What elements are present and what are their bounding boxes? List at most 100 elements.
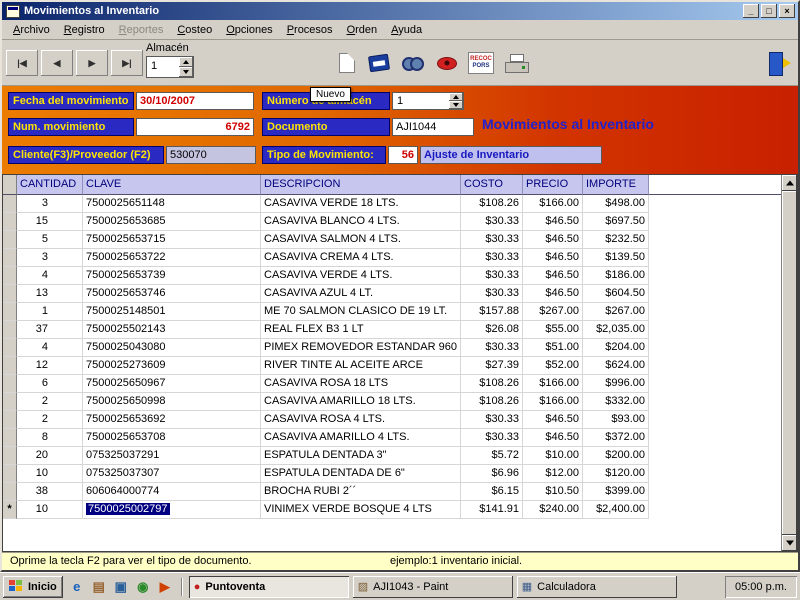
row-selector[interactable] bbox=[3, 483, 17, 501]
cell-precio[interactable]: $166.00 bbox=[523, 195, 583, 213]
almacen-spinner[interactable]: 1 bbox=[146, 56, 194, 78]
cell-costo[interactable]: $6.96 bbox=[461, 465, 523, 483]
table-row[interactable]: 47500025653739CASAVIVA VERDE 4 LTS.$30.3… bbox=[3, 267, 781, 285]
row-selector[interactable] bbox=[3, 231, 17, 249]
cell-cantidad[interactable]: 1 bbox=[17, 303, 83, 321]
menu-item-archivo[interactable]: Archivo bbox=[6, 22, 57, 38]
cell-descripcion[interactable]: CASAVIVA SALMON 4 LTS. bbox=[261, 231, 461, 249]
cell-clave[interactable]: 7500025653746 bbox=[83, 285, 261, 303]
column-header-cantidad[interactable]: CANTIDAD bbox=[17, 175, 83, 195]
row-selector[interactable] bbox=[3, 285, 17, 303]
cell-costo[interactable]: $30.33 bbox=[461, 231, 523, 249]
cell-descripcion[interactable]: CASAVIVA ROSA 4 LTS. bbox=[261, 411, 461, 429]
cell-importe[interactable]: $2,035.00 bbox=[583, 321, 649, 339]
row-selector[interactable] bbox=[3, 213, 17, 231]
table-row[interactable]: 87500025653708CASAVIVA AMARILLO 4 LTS.$3… bbox=[3, 429, 781, 447]
cell-importe[interactable]: $232.50 bbox=[583, 231, 649, 249]
row-selector[interactable] bbox=[3, 249, 17, 267]
cell-cantidad[interactable]: 3 bbox=[17, 195, 83, 213]
save-button[interactable] bbox=[364, 48, 394, 78]
nav-first-button[interactable]: |◀ bbox=[6, 50, 38, 76]
taskbar-button-aji1043-paint[interactable]: ▨AJI1043 - Paint bbox=[353, 576, 513, 598]
vertical-scrollbar[interactable] bbox=[781, 175, 797, 551]
menu-item-orden[interactable]: Orden bbox=[340, 22, 385, 38]
cell-importe[interactable]: $697.50 bbox=[583, 213, 649, 231]
taskbar-button-calculadora[interactable]: ▦Calculadora bbox=[517, 576, 677, 598]
cell-clave[interactable]: 7500025653715 bbox=[83, 231, 261, 249]
column-header-costo[interactable]: COSTO bbox=[461, 175, 523, 195]
cell-descripcion[interactable]: CASAVIVA VERDE 4 LTS. bbox=[261, 267, 461, 285]
cell-importe[interactable]: $332.00 bbox=[583, 393, 649, 411]
table-row[interactable]: 67500025650967CASAVIVA ROSA 18 LTS$108.2… bbox=[3, 375, 781, 393]
cell-importe[interactable]: $498.00 bbox=[583, 195, 649, 213]
nav-last-button[interactable]: ▶| bbox=[111, 50, 143, 76]
cell-importe[interactable]: $399.00 bbox=[583, 483, 649, 501]
cell-costo[interactable]: $30.33 bbox=[461, 267, 523, 285]
column-header-descripcion[interactable]: DESCRIPCION bbox=[261, 175, 461, 195]
start-button[interactable]: Inicio bbox=[3, 576, 63, 598]
cell-clave[interactable]: 7500025653692 bbox=[83, 411, 261, 429]
cell-precio[interactable]: $12.00 bbox=[523, 465, 583, 483]
cliente-proveedor-input[interactable]: 530070 bbox=[166, 146, 256, 164]
cell-importe[interactable]: $267.00 bbox=[583, 303, 649, 321]
cell-descripcion[interactable]: ME 70 SALMON CLASICO DE 19 LT. bbox=[261, 303, 461, 321]
taskbar-button-puntoventa[interactable]: ●Puntoventa bbox=[189, 576, 349, 598]
cell-descripcion[interactable]: CASAVIVA BLANCO 4 LTS. bbox=[261, 213, 461, 231]
cell-descripcion[interactable]: BROCHA RUBI 2´´ bbox=[261, 483, 461, 501]
cell-clave[interactable]: 075325037291 bbox=[83, 447, 261, 465]
cell-precio[interactable]: $46.50 bbox=[523, 231, 583, 249]
cell-clave[interactable]: 7500025650998 bbox=[83, 393, 261, 411]
cell-cantidad[interactable]: 8 bbox=[17, 429, 83, 447]
cell-costo[interactable]: $30.33 bbox=[461, 249, 523, 267]
cell-costo[interactable]: $26.08 bbox=[461, 321, 523, 339]
row-selector[interactable] bbox=[3, 321, 17, 339]
cell-importe[interactable]: $139.50 bbox=[583, 249, 649, 267]
row-selector[interactable] bbox=[3, 267, 17, 285]
cell-cantidad[interactable]: 37 bbox=[17, 321, 83, 339]
cell-precio[interactable]: $166.00 bbox=[523, 375, 583, 393]
minimize-button[interactable]: _ bbox=[743, 4, 759, 18]
cell-importe[interactable]: $204.00 bbox=[583, 339, 649, 357]
cell-precio[interactable]: $46.50 bbox=[523, 429, 583, 447]
cell-precio[interactable]: $55.00 bbox=[523, 321, 583, 339]
cell-descripcion[interactable]: CASAVIVA AMARILLO 4 LTS. bbox=[261, 429, 461, 447]
cell-importe[interactable]: $93.00 bbox=[583, 411, 649, 429]
cell-descripcion[interactable]: CASAVIVA AZUL 4 LT. bbox=[261, 285, 461, 303]
cell-costo[interactable]: $30.33 bbox=[461, 411, 523, 429]
row-selector[interactable] bbox=[3, 375, 17, 393]
channels-icon[interactable]: ◉ bbox=[133, 577, 153, 597]
cell-cantidad[interactable]: 12 bbox=[17, 357, 83, 375]
cell-precio[interactable]: $51.00 bbox=[523, 339, 583, 357]
row-selector[interactable] bbox=[3, 357, 17, 375]
cell-descripcion[interactable]: CASAVIVA VERDE 18 LTS. bbox=[261, 195, 461, 213]
menu-item-registro[interactable]: Registro bbox=[57, 22, 112, 38]
cell-cantidad[interactable]: 6 bbox=[17, 375, 83, 393]
cell-costo[interactable]: $5.72 bbox=[461, 447, 523, 465]
cell-costo[interactable]: $157.88 bbox=[461, 303, 523, 321]
cell-costo[interactable]: $108.26 bbox=[461, 375, 523, 393]
cell-clave[interactable]: 7500025653739 bbox=[83, 267, 261, 285]
menu-item-ayuda[interactable]: Ayuda bbox=[384, 22, 429, 38]
fecha-input[interactable]: 30/10/2007 bbox=[136, 92, 254, 110]
cell-precio[interactable]: $46.50 bbox=[523, 213, 583, 231]
table-row[interactable]: 20075325037291ESPATULA DENTADA 3"$5.72$1… bbox=[3, 447, 781, 465]
cell-clave[interactable]: 7500025650967 bbox=[83, 375, 261, 393]
table-row[interactable]: 37500025653722CASAVIVA CREMA 4 LTS.$30.3… bbox=[3, 249, 781, 267]
close-button[interactable]: × bbox=[779, 4, 795, 18]
almacen-spin-up-button[interactable] bbox=[179, 57, 193, 67]
table-row[interactable]: 47500025043080PIMEX REMOVEDOR ESTANDAR 9… bbox=[3, 339, 781, 357]
cell-costo[interactable]: $108.26 bbox=[461, 393, 523, 411]
cell-cantidad[interactable]: 5 bbox=[17, 231, 83, 249]
table-row[interactable]: 157500025653685CASAVIVA BLANCO 4 LTS.$30… bbox=[3, 213, 781, 231]
find-button[interactable] bbox=[398, 48, 428, 78]
table-row[interactable]: 37500025651148CASAVIVA VERDE 18 LTS.$108… bbox=[3, 195, 781, 213]
cell-cantidad[interactable]: 4 bbox=[17, 267, 83, 285]
cell-cantidad[interactable]: 10 bbox=[17, 465, 83, 483]
exit-button[interactable] bbox=[764, 48, 794, 78]
cell-costo[interactable]: $30.33 bbox=[461, 213, 523, 231]
cell-cantidad[interactable]: 4 bbox=[17, 339, 83, 357]
cell-descripcion[interactable]: VINIMEX VERDE BOSQUE 4 LTS bbox=[261, 501, 461, 519]
receive-button[interactable]: RECOC PORS bbox=[466, 48, 496, 78]
cell-costo[interactable]: $141.91 bbox=[461, 501, 523, 519]
preview-button[interactable] bbox=[432, 48, 462, 78]
